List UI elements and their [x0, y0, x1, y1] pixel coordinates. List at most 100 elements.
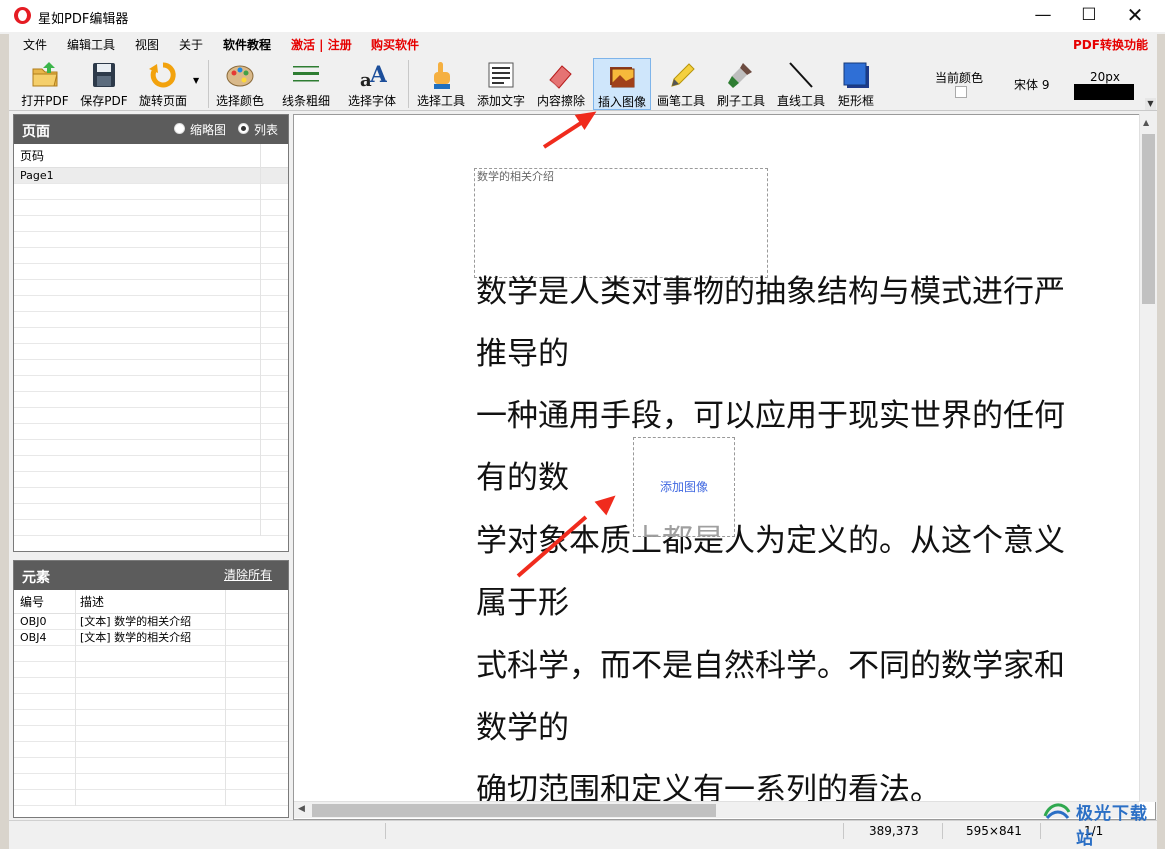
brush-tool-button[interactable]: 刷子工具 — [713, 58, 769, 110]
document-text-line: 学对象本质上都是人为定义的。从这个意义 — [476, 523, 1065, 559]
menu-pdf-convert[interactable]: PDF转换功能 — [1073, 36, 1148, 53]
rotate-icon — [149, 62, 176, 88]
empty-row — [14, 520, 288, 536]
watermark-text: 极光下载站 — [1076, 804, 1148, 849]
line-tool-icon — [789, 62, 813, 88]
choose-font-label: 选择字体 — [347, 94, 396, 108]
brush-icon — [728, 63, 752, 88]
line-tool-button[interactable]: 直线工具 — [773, 58, 829, 110]
choose-font-button[interactable]: a A 选择字体 — [344, 58, 400, 110]
pencil-icon — [671, 63, 695, 87]
save-disk-icon — [93, 63, 115, 87]
element-row[interactable]: OBJ4 [文本] 数学的相关介绍 — [14, 630, 288, 646]
window-title: 星如PDF编辑器 — [38, 12, 129, 27]
horizontal-scroll-thumb[interactable] — [312, 804, 716, 817]
vertical-scroll-thumb[interactable] — [1142, 134, 1155, 304]
title-bar: 星如PDF编辑器 — ☐ ✕ — [0, 0, 1165, 32]
menu-edit-tools[interactable]: 编辑工具 — [67, 36, 115, 53]
status-separator — [942, 823, 943, 839]
thumbnail-radio-label[interactable]: 缩略图 — [190, 121, 226, 138]
empty-row — [14, 200, 288, 216]
pencil-tool-label: 画笔工具 — [656, 94, 705, 108]
empty-row — [14, 376, 288, 392]
empty-row — [14, 790, 288, 806]
menu-buy[interactable]: 购买软件 — [371, 36, 419, 53]
brush-tool-label: 刷子工具 — [716, 94, 765, 108]
vertical-scrollbar[interactable]: ▲ — [1139, 114, 1156, 802]
erase-content-button[interactable]: 内容擦除 — [533, 58, 589, 110]
document-canvas[interactable]: 数学的相关介绍 数学是人类对事物的抽象结构与模式进行严 推导的 一种通用手段，可… — [293, 114, 1156, 820]
list-radio[interactable] — [238, 123, 249, 134]
menu-tutorial[interactable]: 软件教程 — [223, 36, 271, 53]
elements-list: 编号 描述 OBJ0 [文本] 数学的相关介绍 OBJ4 [文本] 数学的相关介… — [14, 590, 288, 806]
minimize-button[interactable]: — — [1020, 0, 1066, 32]
empty-row — [14, 758, 288, 774]
element-row[interactable]: OBJ0 [文本] 数学的相关介绍 — [14, 614, 288, 630]
line-width-icon — [293, 66, 319, 82]
thumbnail-radio[interactable] — [174, 123, 185, 134]
list-radio-label[interactable]: 列表 — [254, 121, 278, 138]
palette-icon — [226, 65, 254, 87]
open-folder-icon — [32, 62, 58, 87]
toolbar-overflow-icon[interactable]: ▼ — [1145, 98, 1156, 110]
insert-image-icon — [610, 67, 635, 88]
empty-row — [14, 440, 288, 456]
pencil-tool-button[interactable]: 画笔工具 — [653, 58, 709, 110]
page-row[interactable]: Page1 — [14, 168, 288, 184]
document-text-line: 数学的 — [476, 710, 569, 746]
rectangle-tool-button[interactable]: 矩形框 — [833, 58, 879, 110]
menu-file[interactable]: 文件 — [23, 36, 47, 53]
status-separator — [1040, 823, 1041, 839]
line-width-button[interactable]: 线条粗细 — [278, 58, 334, 110]
watermark-logo-icon — [1043, 803, 1071, 820]
save-pdf-button[interactable]: 保存PDF — [77, 58, 131, 110]
pages-list-header: 页码 — [14, 144, 288, 168]
empty-row — [14, 328, 288, 344]
image-placeholder[interactable]: 添加图像 — [633, 437, 735, 537]
choose-color-button[interactable]: 选择颜色 — [212, 58, 268, 110]
horizontal-scrollbar[interactable]: ◀ — [294, 801, 1139, 818]
line-size-preview[interactable] — [1074, 84, 1134, 100]
svg-text:A: A — [369, 62, 387, 88]
select-tool-button[interactable]: 选择工具 — [414, 58, 468, 110]
line-size-label: 20px — [1090, 70, 1120, 84]
rotate-page-label: 旋转页面 — [138, 94, 187, 108]
current-font-label[interactable]: 宋体 9 — [1014, 76, 1049, 93]
insert-image-label: 插入图像 — [597, 95, 646, 109]
menu-view[interactable]: 视图 — [135, 36, 159, 53]
menu-activate-register[interactable]: 激活 | 注册 — [291, 36, 352, 53]
rotate-page-button[interactable]: 旋转页面 — [135, 58, 191, 110]
add-text-button[interactable]: 添加文字 — [473, 58, 529, 110]
insert-image-button[interactable]: 插入图像 — [593, 58, 651, 110]
pages-panel-title: 页面 — [22, 124, 50, 140]
pointer-hand-icon — [434, 62, 450, 89]
pages-panel-header: 页面 缩略图 列表 — [14, 115, 288, 144]
clear-all-link[interactable]: 清除所有 — [224, 566, 272, 583]
empty-row — [14, 488, 288, 504]
scroll-up-icon[interactable]: ▲ — [1143, 118, 1149, 127]
status-separator — [843, 823, 844, 839]
close-button[interactable]: ✕ — [1112, 0, 1158, 32]
maximize-button[interactable]: ☐ — [1066, 0, 1112, 32]
toolbar-separator — [208, 60, 209, 108]
document-text-line: 推导的 — [476, 336, 569, 372]
scroll-left-icon[interactable]: ◀ — [298, 804, 305, 814]
open-pdf-label: 打开PDF — [21, 94, 69, 108]
empty-row — [14, 408, 288, 424]
page-size: 595×841 — [966, 824, 1022, 838]
line-tool-label: 直线工具 — [776, 94, 825, 108]
line-width-label: 线条粗细 — [281, 94, 330, 108]
open-pdf-button[interactable]: 打开PDF — [18, 58, 72, 110]
empty-row — [14, 710, 288, 726]
document-text-line: 式科学，而不是自然科学。不同的数学家和 — [476, 648, 1065, 684]
text-box-selection[interactable]: 数学的相关介绍 — [474, 168, 768, 278]
menu-about[interactable]: 关于 — [179, 36, 203, 53]
rectangle-tool-label: 矩形框 — [837, 94, 874, 108]
empty-row — [14, 344, 288, 360]
empty-row — [14, 504, 288, 520]
page-number-column-header: 页码 — [20, 149, 45, 163]
empty-row — [14, 456, 288, 472]
rotate-dropdown-icon[interactable]: ▼ — [193, 76, 199, 85]
current-color-swatch[interactable] — [955, 86, 967, 98]
empty-row — [14, 232, 288, 248]
